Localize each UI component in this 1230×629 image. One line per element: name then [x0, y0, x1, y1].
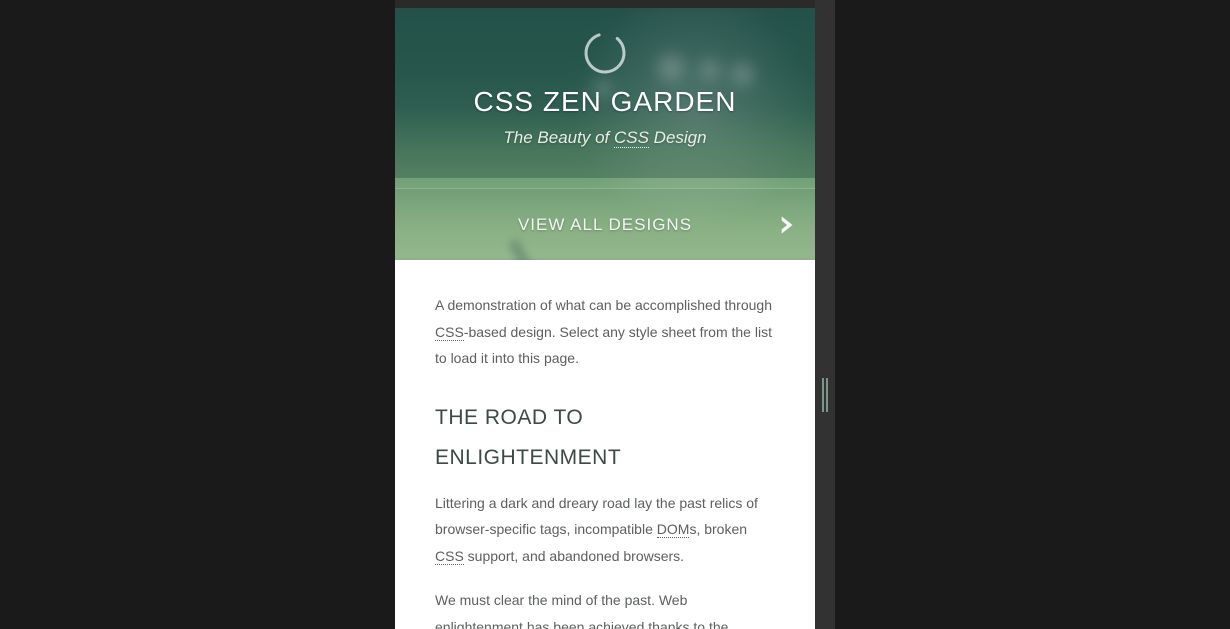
css-abbr: CSS: [435, 324, 464, 341]
page-subtitle: The Beauty of CSS Design: [395, 128, 815, 148]
scrollbar-track[interactable]: [815, 0, 835, 629]
enso-icon: [578, 26, 632, 80]
page-title: CSS ZEN GARDEN: [395, 86, 815, 118]
intro-paragraph: A demonstration of what can be accomplis…: [435, 292, 775, 372]
css-abbr: CSS: [614, 128, 649, 148]
dom-abbr: DOM: [657, 521, 690, 538]
main-content: A demonstration of what can be accomplis…: [395, 260, 815, 629]
enlightenment-p1: Littering a dark and dreary road lay the…: [435, 490, 775, 570]
hero-header: CSS ZEN GARDEN The Beauty of CSS Design …: [395, 8, 815, 260]
view-all-label: VIEW ALL DESIGNS: [518, 215, 692, 235]
view-all-designs-button[interactable]: VIEW ALL DESIGNS: [395, 188, 815, 260]
section-heading-enlightenment: THE ROAD TO ENLIGHTENMENT: [435, 398, 775, 478]
css-abbr: CSS: [435, 548, 464, 565]
enlightenment-p2: We must clear the mind of the past. Web …: [435, 587, 775, 629]
chevron-right-icon: [773, 212, 799, 238]
scrollbar-thumb[interactable]: [822, 378, 829, 412]
